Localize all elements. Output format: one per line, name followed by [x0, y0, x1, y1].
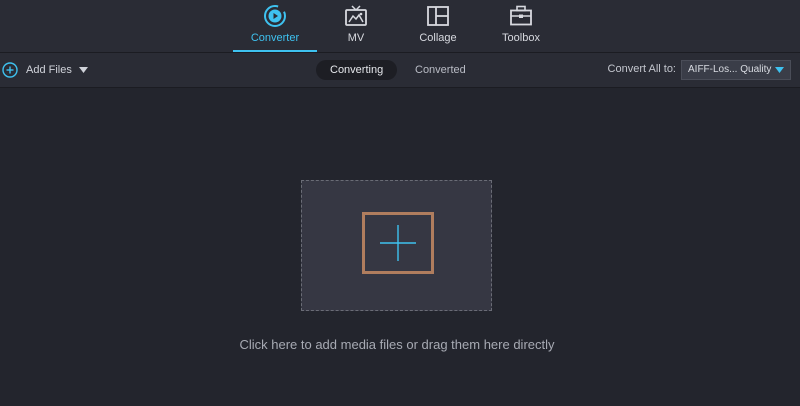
plus-icon	[380, 225, 416, 261]
toolbox-icon	[510, 5, 532, 26]
drop-hint-text: Click here to add media files or drag th…	[239, 337, 555, 352]
tab-toolbox-label: Toolbox	[502, 32, 540, 44]
add-media-button[interactable]	[362, 212, 434, 274]
tab-mv[interactable]: MV	[314, 0, 398, 52]
converter-icon	[264, 5, 286, 27]
tab-converter[interactable]: Converter	[233, 0, 317, 52]
toolbar: Add Files Converting Converted Convert A…	[0, 53, 800, 88]
tv-icon	[345, 5, 367, 26]
collage-icon	[427, 6, 449, 26]
tab-converting[interactable]: Converting	[316, 60, 398, 80]
chevron-down-icon[interactable]	[78, 67, 88, 73]
file-drop-zone[interactable]	[301, 180, 492, 311]
chevron-down-icon	[775, 67, 784, 73]
active-tab-indicator	[233, 50, 317, 52]
output-format-value: AIFF-Los... Quality	[688, 64, 772, 75]
tab-collage[interactable]: Collage	[396, 0, 480, 52]
top-nav: Converter MV Collage Toolbox	[0, 0, 800, 53]
plus-circle-icon	[2, 62, 18, 78]
output-format-select[interactable]: AIFF-Los... Quality	[681, 60, 791, 80]
add-files-button[interactable]: Add Files	[2, 61, 88, 79]
tab-toolbox[interactable]: Toolbox	[479, 0, 563, 52]
add-files-label: Add Files	[26, 64, 72, 76]
convert-all-label: Convert All to:	[607, 63, 676, 75]
app-window: Converter MV Collage Toolbox Add Files C…	[0, 0, 800, 406]
tab-collage-label: Collage	[419, 32, 457, 44]
tab-converter-label: Converter	[250, 32, 300, 44]
tab-converted[interactable]: Converted	[401, 60, 480, 80]
tab-mv-label: MV	[347, 32, 365, 44]
